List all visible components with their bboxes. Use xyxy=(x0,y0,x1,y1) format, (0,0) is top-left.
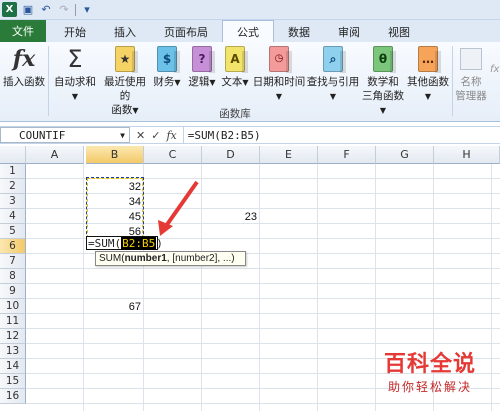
watermark: 百科全说 助你轻松解决 xyxy=(370,352,490,395)
annotation-arrow xyxy=(164,180,199,228)
watermark-title: 百科全说 xyxy=(383,352,476,377)
watermark-subtitle: 助你轻松解决 xyxy=(387,380,472,394)
annotation-layer xyxy=(158,180,199,236)
